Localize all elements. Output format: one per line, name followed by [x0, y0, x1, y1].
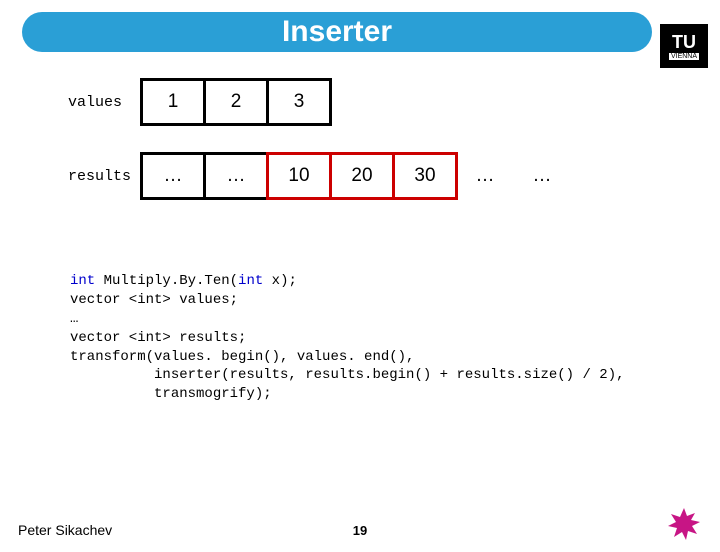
author: Peter Sikachev — [18, 522, 112, 538]
code-line: vector <int> values; — [70, 291, 720, 310]
results-cell-ellipsis: … — [455, 152, 515, 200]
results-cell-inserted: 20 — [329, 152, 395, 200]
logo-bottom: VIENNA — [669, 53, 699, 60]
tu-vienna-logo: TU VIENNA — [660, 24, 708, 68]
results-cell: … — [203, 152, 269, 200]
title-bar: Inserter — [22, 12, 652, 52]
code-line: transmogrify); — [70, 385, 720, 404]
page-number: 19 — [353, 523, 367, 538]
results-cell-ellipsis: … — [512, 152, 572, 200]
results-cell-inserted: 30 — [392, 152, 458, 200]
code-line: … — [70, 310, 720, 329]
footer: Peter Sikachev 19 — [18, 522, 702, 538]
code-line: int Multiply.By.Ten(int x); — [70, 272, 720, 291]
values-cell: 3 — [266, 78, 332, 126]
logo-top: TU — [672, 33, 696, 51]
values-label: values — [68, 94, 134, 111]
results-cells: … … 10 20 30 … … — [140, 152, 572, 200]
results-cell-inserted: 10 — [266, 152, 332, 200]
code-block: int Multiply.By.Ten(int x); vector <int>… — [70, 272, 720, 404]
results-row: results … … 10 20 30 … … — [68, 152, 720, 200]
values-cell: 2 — [203, 78, 269, 126]
results-cell: … — [140, 152, 206, 200]
values-cell: 1 — [140, 78, 206, 126]
splat-icon — [666, 506, 702, 542]
code-line: transform(values. begin(), values. end()… — [70, 348, 720, 367]
code-line: vector <int> results; — [70, 329, 720, 348]
values-cells: 1 2 3 — [140, 78, 332, 126]
slide-title: Inserter — [282, 15, 392, 49]
values-row: values 1 2 3 — [68, 78, 720, 126]
results-label: results — [68, 168, 134, 185]
diagram: values 1 2 3 results … … 10 20 30 … … — [68, 78, 720, 200]
code-line: inserter(results, results.begin() + resu… — [70, 366, 720, 385]
